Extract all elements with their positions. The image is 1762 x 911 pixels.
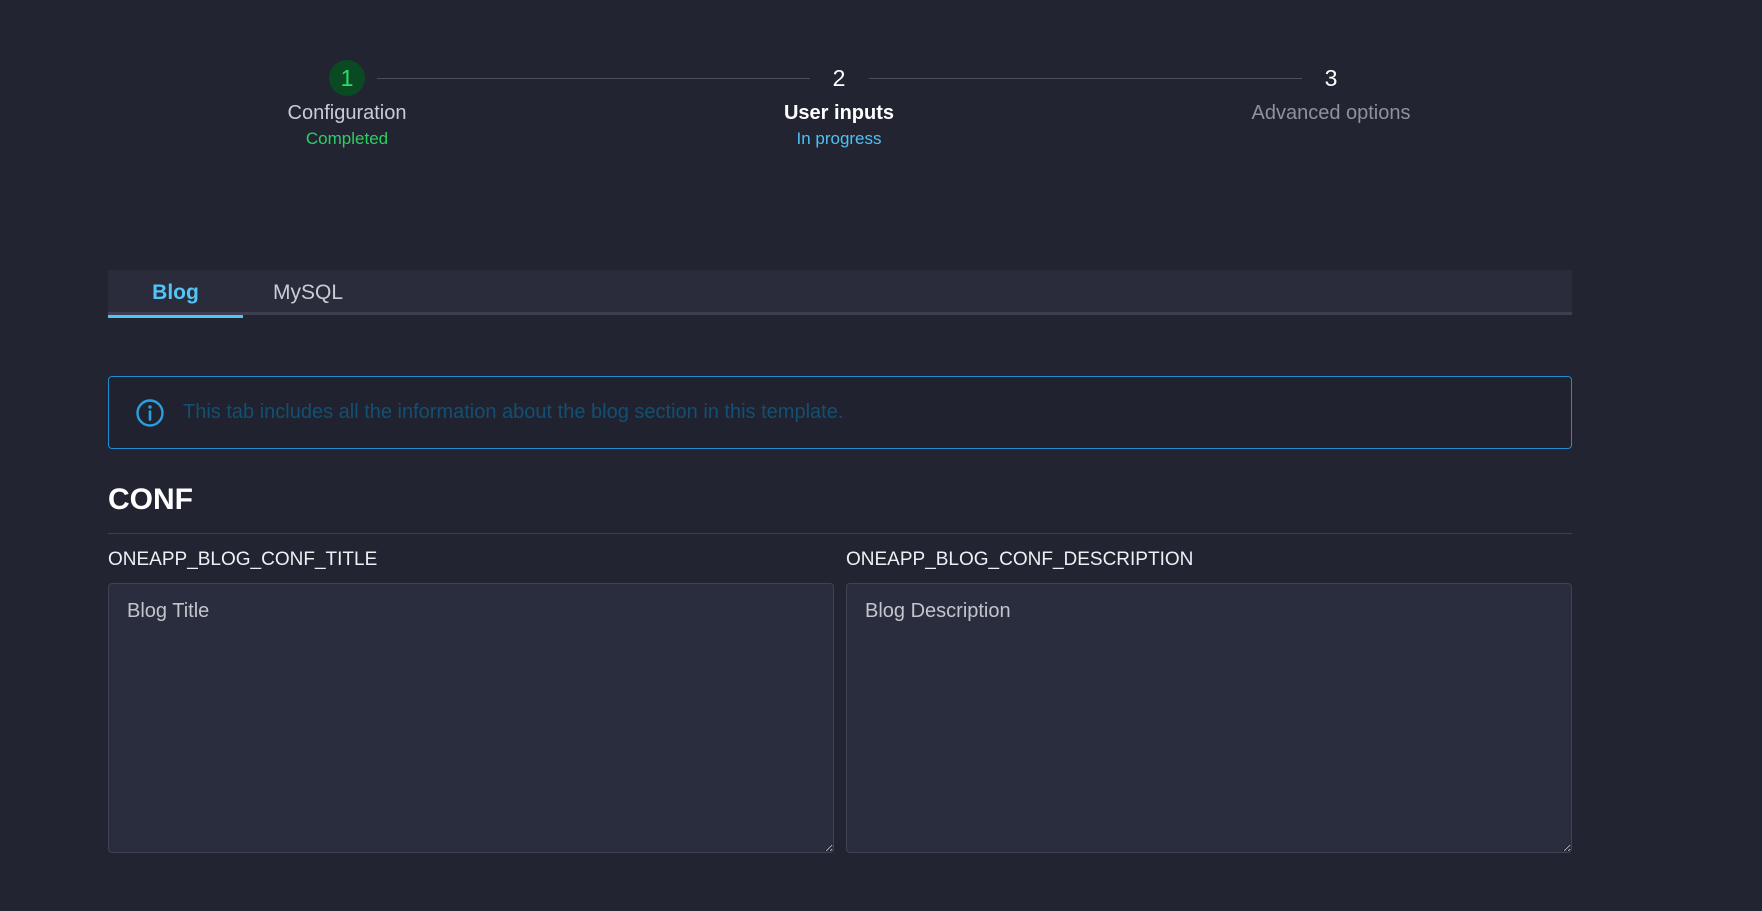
step-status: In progress: [796, 129, 882, 148]
blog-description-field: ONEAPP_BLOG_CONF_DESCRIPTION: [846, 548, 1572, 853]
section-title: CONF: [108, 483, 193, 516]
blog-title-field: ONEAPP_BLOG_CONF_TITLE: [108, 548, 834, 853]
field-label: ONEAPP_BLOG_CONF_TITLE: [108, 549, 378, 570]
info-icon: [135, 398, 165, 428]
tab-blog[interactable]: Blog: [108, 270, 243, 318]
section-divider: [108, 533, 1572, 534]
step-advanced-options[interactable]: 3 Advanced options: [1201, 60, 1461, 128]
tab-mysql[interactable]: MySQL: [243, 270, 373, 315]
step-label: Configuration: [287, 102, 407, 124]
step-number: 3: [1324, 64, 1338, 91]
blog-title-input[interactable]: [108, 583, 834, 853]
step-user-inputs[interactable]: 2 User inputs In progress: [709, 60, 969, 150]
step-number: 1: [329, 60, 365, 96]
tab-bar: Blog MySQL: [108, 270, 1572, 318]
info-alert: This tab includes all the information ab…: [108, 376, 1572, 449]
step-number: 2: [832, 64, 846, 91]
step-status: Completed: [305, 129, 389, 148]
step-label: Advanced options: [1251, 102, 1411, 124]
field-label: ONEAPP_BLOG_CONF_DESCRIPTION: [846, 549, 1194, 570]
step-label: User inputs: [783, 102, 895, 124]
stepper: 1 Configuration Completed 2 User inputs …: [0, 0, 1762, 170]
blog-description-input[interactable]: [846, 583, 1572, 853]
info-text: This tab includes all the information ab…: [183, 401, 844, 423]
step-configuration[interactable]: 1 Configuration Completed: [217, 60, 477, 150]
